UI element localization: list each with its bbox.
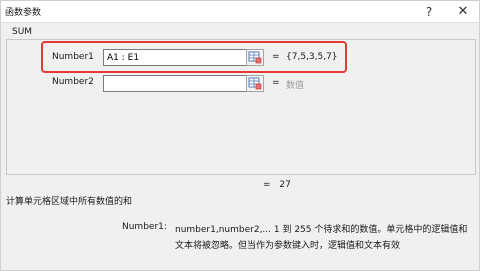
close-icon[interactable]: ✕ <box>453 3 473 21</box>
number2-range-select-icon[interactable] <box>246 75 264 92</box>
dialog-titlebar: 函数参数 ? ✕ <box>0 0 480 23</box>
formula-result: = 27 <box>263 180 291 190</box>
param-help-name: Number1: <box>122 222 167 232</box>
formula-result-value: 27 <box>279 180 291 190</box>
function-name: SUM <box>10 27 35 37</box>
dialog-title: 函数参数 <box>5 8 42 18</box>
number2-equals: = <box>272 78 280 88</box>
number2-input[interactable] <box>103 75 247 92</box>
number1-highlight-box <box>41 41 347 73</box>
function-description: 计算单元格区域中所有数值的和 <box>6 197 133 207</box>
help-icon[interactable]: ? <box>419 3 439 21</box>
number2-label: Number2 <box>52 77 94 87</box>
param-help-text: number1,number2,... 1 到 255 个待求和的数值。单元格中… <box>175 225 468 251</box>
formula-result-equals: = <box>263 180 271 190</box>
number2-result: 数值 <box>286 81 305 91</box>
